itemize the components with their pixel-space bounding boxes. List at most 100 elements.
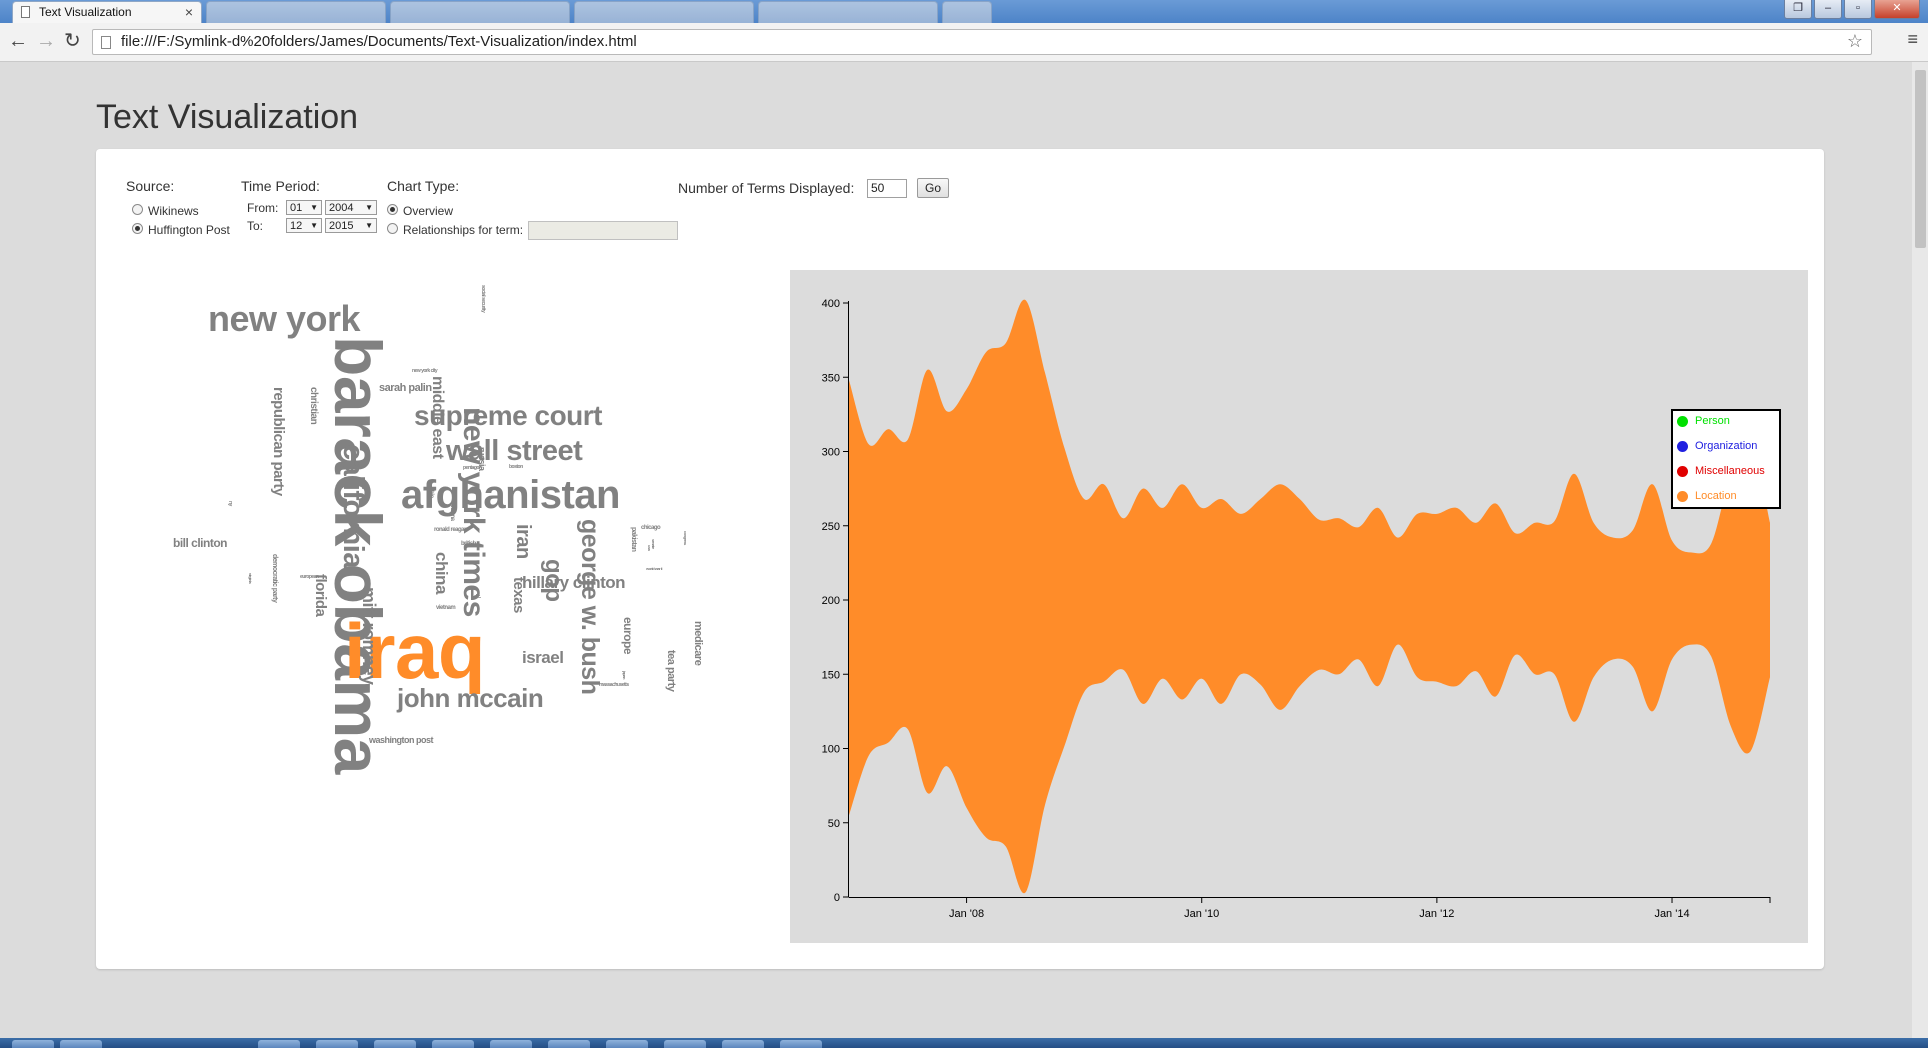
word-cloud-term[interactable]: new york	[208, 301, 361, 337]
page-title: Text Visualization	[96, 98, 359, 136]
chevron-down-icon: ▼	[310, 203, 318, 212]
address-bar[interactable]: file:///F:/Symlink-d%20folders/James/Doc…	[92, 29, 1872, 55]
to-month-select[interactable]: 12 ▼	[286, 218, 322, 233]
word-cloud-term[interactable]: george w. bush	[576, 519, 604, 694]
chart-legend: Person Organization Miscellaneous Locati…	[1671, 409, 1781, 509]
x-tick-label: Jan '08	[949, 908, 984, 920]
taskbar-item[interactable]	[780, 1040, 822, 1048]
word-cloud-term[interactable]: arizona	[449, 503, 455, 521]
word-cloud-term[interactable]: ronald reagan	[434, 527, 468, 533]
word-cloud-term[interactable]: ohio	[428, 487, 434, 498]
tab-inactive[interactable]	[574, 1, 754, 23]
word-cloud-term[interactable]: israel	[522, 649, 564, 666]
word-cloud-term[interactable]: bill clinton	[173, 537, 228, 549]
close-tab-icon[interactable]: ×	[185, 4, 193, 20]
menu-icon[interactable]: ≡	[1907, 29, 1918, 50]
page-icon	[101, 36, 111, 49]
word-cloud-term[interactable]: china	[432, 552, 451, 594]
from-month-select[interactable]: 01 ▼	[286, 200, 322, 215]
time-period-label: Time Period:	[241, 178, 320, 194]
forward-arrow-icon[interactable]: →	[36, 28, 56, 54]
taskbar-item[interactable]	[606, 1040, 648, 1048]
reload-icon[interactable]: ↻	[64, 28, 81, 54]
word-cloud-term[interactable]: pentagon	[463, 466, 482, 471]
word-cloud-term[interactable]: mitt romney	[359, 587, 379, 685]
word-cloud-term[interactable]: usa	[647, 545, 652, 550]
radio-huffington-post[interactable]	[132, 223, 143, 234]
word-cloud-term[interactable]: gop	[540, 559, 567, 601]
page-scrollbar[interactable]	[1912, 62, 1928, 1040]
word-cloud-term[interactable]: hillary clinton	[522, 574, 626, 591]
restore-down-button[interactable]: ❐	[1784, 0, 1812, 19]
word-cloud-term[interactable]: ny	[227, 501, 233, 506]
word-cloud-term[interactable]: virginia	[248, 573, 253, 583]
word-cloud-term[interactable]: christian	[308, 387, 319, 424]
word-cloud-term[interactable]: sarah palin	[379, 383, 432, 394]
from-year-select[interactable]: 2004 ▼	[325, 200, 377, 215]
word-cloud-term[interactable]: florida	[312, 574, 329, 616]
y-tick-label: 100	[822, 744, 840, 756]
radio-relationships[interactable]	[387, 223, 398, 234]
url-text[interactable]: file:///F:/Symlink-d%20folders/James/Doc…	[121, 33, 637, 50]
word-cloud-term[interactable]: vietnam	[436, 605, 456, 611]
word-cloud-term[interactable]: chicago	[641, 525, 661, 531]
word-cloud-term[interactable]: medicare	[692, 621, 704, 665]
maximize-button[interactable]: ▫	[1844, 0, 1872, 19]
os-taskbar	[0, 1038, 1928, 1048]
back-arrow-icon[interactable]: ←	[8, 28, 28, 54]
taskbar-item[interactable]	[490, 1040, 532, 1048]
word-cloud-term[interactable]: congress	[683, 531, 688, 545]
radio-wikinews[interactable]	[132, 204, 143, 215]
word-cloud-term[interactable]: boston	[509, 465, 523, 470]
tab-inactive[interactable]	[758, 1, 938, 23]
terms-count-input[interactable]: 50	[867, 179, 907, 198]
source-option-label: Wikinews	[148, 204, 199, 218]
tab-inactive[interactable]	[206, 1, 386, 23]
word-cloud-term[interactable]: social security	[480, 285, 486, 312]
close-window-button[interactable]: ✕	[1874, 0, 1920, 19]
taskbar-item[interactable]	[12, 1040, 54, 1048]
taskbar-item[interactable]	[316, 1040, 358, 1048]
taskbar-item[interactable]	[60, 1040, 102, 1048]
word-cloud-term[interactable]: british	[461, 541, 476, 547]
legend-label: Miscellaneous	[1695, 465, 1765, 477]
y-tick-label: 350	[822, 372, 840, 384]
new-tab-button[interactable]	[942, 1, 992, 23]
minimize-button[interactable]: –	[1814, 0, 1842, 19]
tab-inactive[interactable]	[390, 1, 570, 23]
word-cloud-term[interactable]: republican party	[270, 387, 287, 496]
to-year-select[interactable]: 2015 ▼	[325, 218, 377, 233]
word-cloud-term[interactable]: d.c.	[474, 595, 481, 600]
word-cloud-term[interactable]: pakistan	[630, 527, 637, 551]
word-cloud-term[interactable]: texas	[510, 577, 527, 613]
tab-text-visualization[interactable]: Text Visualization ×	[12, 1, 202, 23]
relationship-term-input[interactable]	[528, 221, 678, 240]
source-label: Source:	[126, 178, 175, 194]
word-cloud-term[interactable]: california	[337, 444, 369, 568]
word-cloud-term[interactable]: world war ii	[646, 567, 663, 571]
word-cloud-term[interactable]: europe	[621, 617, 635, 654]
word-cloud-term[interactable]: european	[300, 575, 319, 580]
taskbar-item[interactable]	[432, 1040, 474, 1048]
word-cloud-term[interactable]: new york times	[457, 407, 490, 617]
taskbar-item[interactable]	[722, 1040, 764, 1048]
word-cloud-term[interactable]: iran	[512, 524, 534, 559]
word-cloud-term[interactable]: democratic party	[271, 554, 278, 602]
word-cloud-term[interactable]: japan	[622, 671, 627, 679]
radio-overview[interactable]	[387, 204, 398, 215]
word-cloud-term[interactable]: tea party	[665, 650, 677, 691]
taskbar-item[interactable]	[548, 1040, 590, 1048]
go-button[interactable]: Go	[917, 178, 949, 198]
to-month-value: 12	[290, 220, 303, 232]
scrollbar-thumb[interactable]	[1915, 70, 1926, 248]
taskbar-item[interactable]	[664, 1040, 706, 1048]
word-cloud-term[interactable]: washington post	[369, 736, 434, 745]
word-cloud-term[interactable]: john mccain	[397, 685, 544, 711]
taskbar-item[interactable]	[374, 1040, 416, 1048]
word-cloud-term[interactable]: new york city	[412, 369, 438, 374]
terms-label: Number of Terms Displayed:	[678, 180, 855, 196]
bookmark-star-icon[interactable]: ☆	[1847, 31, 1863, 52]
browser-titlebar: Text Visualization × ❐ – ▫ ✕	[0, 0, 1928, 23]
taskbar-item[interactable]	[258, 1040, 300, 1048]
word-cloud-term[interactable]: massachusetts	[599, 683, 629, 688]
